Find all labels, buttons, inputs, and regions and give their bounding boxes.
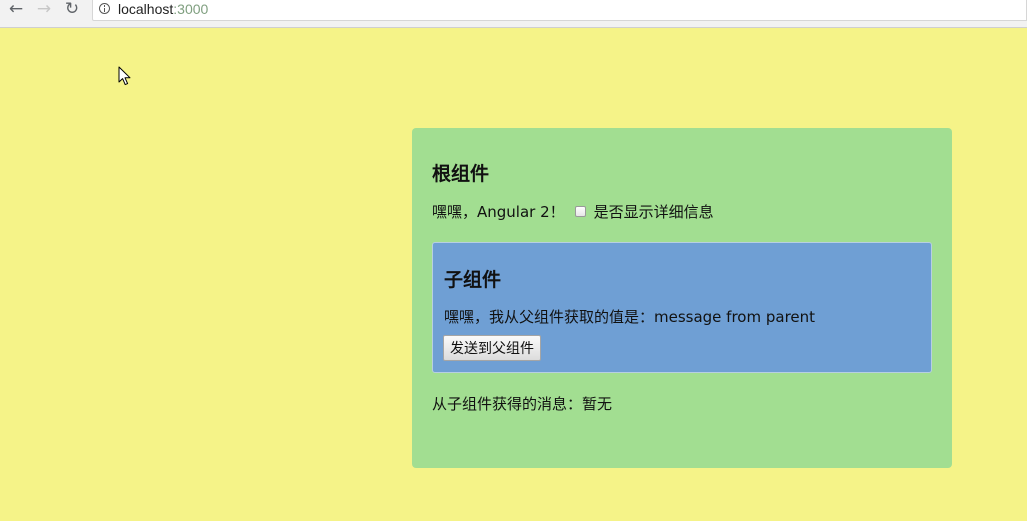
parent-received-message-text: 从子组件获得的消息：暂无 bbox=[432, 395, 613, 413]
browser-toolbar: ← → ↻ localhost:3000 bbox=[0, 0, 1027, 28]
url-host: localhost bbox=[118, 1, 174, 17]
show-details-label[interactable]: 是否显示详细信息 bbox=[594, 201, 714, 222]
root-component-title: 根组件 bbox=[432, 163, 490, 185]
info-icon[interactable] bbox=[99, 3, 110, 14]
greeting-row: 嘿嘿，Angular 2！ 是否显示详细信息 bbox=[432, 201, 714, 221]
address-bar[interactable]: localhost:3000 bbox=[92, 0, 1027, 21]
show-details-checkbox[interactable] bbox=[574, 205, 586, 217]
back-arrow-icon[interactable]: ← bbox=[5, 0, 27, 19]
child-component-panel: 子组件 嘿嘿，我从父组件获取的值是：message from parent 发送… bbox=[432, 242, 932, 373]
url-text[interactable]: localhost:3000 bbox=[118, 1, 208, 17]
child-component-title: 子组件 bbox=[444, 269, 502, 291]
reload-icon[interactable]: ↻ bbox=[61, 0, 83, 19]
send-to-parent-button[interactable]: 发送到父组件 bbox=[443, 335, 541, 361]
forward-arrow-icon[interactable]: → bbox=[33, 0, 55, 19]
url-port: :3000 bbox=[173, 1, 209, 17]
root-component-panel: 根组件 嘿嘿，Angular 2！ 是否显示详细信息 子组件 嘿嘿，我从父组件获… bbox=[412, 128, 952, 468]
greeting-text: 嘿嘿，Angular 2！ bbox=[432, 202, 565, 221]
child-received-value-text: 嘿嘿，我从父组件获取的值是：message from parent bbox=[444, 308, 816, 326]
mouse-cursor-icon bbox=[118, 66, 131, 86]
